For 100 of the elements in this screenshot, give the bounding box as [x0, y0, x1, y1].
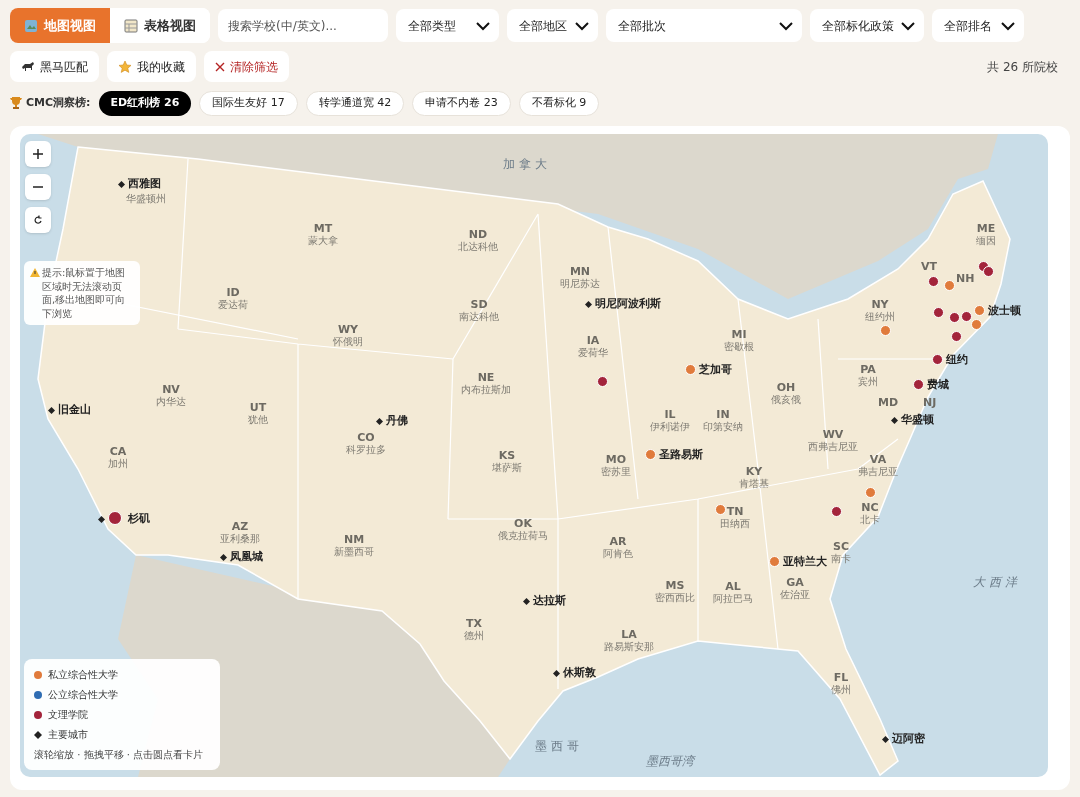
state-name: 田纳西 — [720, 518, 750, 530]
city-label: 纽约 — [946, 352, 968, 368]
state-name: 密西西比 — [655, 592, 695, 604]
state-name: 俄亥俄 — [771, 394, 801, 406]
map-control-button[interactable] — [25, 174, 51, 200]
filter-dropdown[interactable]: 全部批次 — [606, 9, 802, 42]
city-label: 波士顿 — [988, 303, 1021, 319]
state-code: TN — [726, 506, 744, 519]
state-code: NH — [956, 273, 975, 286]
region-label: 大 西 洋 — [973, 574, 1017, 591]
state-name: 俄克拉荷马 — [498, 530, 548, 542]
ranking-label: CMC洞察榜: — [26, 94, 91, 111]
state-name: 怀俄明 — [333, 336, 363, 348]
action-button[interactable]: 我的收藏 — [107, 51, 196, 82]
ranking-chip[interactable]: 转学通道宽 42 — [305, 90, 405, 116]
city-marker-icon — [882, 735, 889, 743]
state-code: LA — [621, 629, 637, 641]
state-code: SC — [833, 541, 849, 553]
state-name: 华盛顿州 — [126, 193, 166, 204]
city-marker-icon — [48, 406, 55, 414]
state-name: 新墨西哥 — [334, 546, 374, 558]
chevron-down-icon — [900, 20, 916, 31]
state-name: 肯塔基 — [739, 478, 769, 490]
state-name: 纽约州 — [865, 311, 895, 323]
state-code: PA — [860, 364, 876, 376]
state-name: 西弗吉尼亚 — [808, 441, 858, 453]
state-code: AL — [725, 581, 741, 594]
state-name: 阿拉巴马 — [713, 593, 753, 605]
state-code: UT — [249, 402, 267, 415]
state-name: 南达科他 — [459, 311, 499, 323]
filter-dropdown[interactable]: 全部标化政策 — [810, 9, 924, 42]
action-button[interactable]: 清除筛选 — [204, 51, 289, 82]
city-label: 芝加哥 — [699, 362, 732, 378]
reset-icon — [33, 215, 43, 225]
city-label: 杉矶 — [128, 511, 150, 527]
state-name: 缅因 — [976, 235, 996, 247]
search-field[interactable]: 搜索学校(中/英文)... — [218, 9, 388, 42]
filter-dropdown[interactable]: 全部排名 — [932, 9, 1024, 42]
city-marker-icon — [376, 417, 383, 425]
state-name: 密苏里 — [601, 466, 631, 478]
city-marker-icon — [220, 553, 227, 561]
city-marker-icon — [523, 597, 530, 605]
state-name: 爱达荷 — [218, 299, 248, 311]
chevron-down-icon — [1000, 20, 1016, 31]
legend-label: 私立综合性大学 — [48, 668, 118, 682]
ranking-chip[interactable]: 国际生友好 17 — [199, 90, 298, 116]
state-code: FL — [833, 672, 849, 684]
star-icon — [118, 59, 132, 74]
city-marker-icon — [118, 180, 125, 188]
ranking-chip[interactable]: ED红利榜 26 — [98, 90, 192, 116]
state-code: OK — [514, 518, 532, 530]
map-control-button[interactable] — [25, 207, 51, 233]
state-name: 德州 — [464, 630, 484, 642]
state-code: MT — [313, 223, 333, 235]
state-code: WV — [822, 429, 844, 442]
state-name: 北卡 — [860, 514, 880, 526]
state-code: NE — [477, 372, 495, 385]
city-label: 旧金山 — [58, 402, 91, 418]
state-name: 内华达 — [156, 396, 186, 408]
legend-hint: 滚轮缩放 · 拖拽平移 · 点击圆点看卡片 — [34, 748, 205, 762]
state-name: 北达科他 — [458, 241, 498, 253]
state-code: CA — [109, 446, 127, 458]
state-code: NM — [343, 534, 365, 546]
ranking-chip[interactable]: 不看标化 9 — [518, 90, 600, 116]
state-name: 犹他 — [248, 414, 268, 426]
state-name: 弗吉尼亚 — [858, 466, 898, 478]
ranking-chip[interactable]: 申请不内卷 23 — [412, 90, 511, 116]
city-label: 亚特兰大 — [783, 554, 827, 570]
state-name: 爱荷华 — [578, 347, 608, 359]
region-label: 墨西哥湾 — [646, 753, 694, 770]
state-code: VA — [869, 454, 887, 467]
legend-label: 公立综合性大学 — [48, 688, 118, 702]
state-code: IL — [664, 409, 676, 421]
filter-dropdown[interactable]: 全部类型 — [396, 9, 499, 42]
state-name: 南卡 — [831, 553, 851, 565]
state-name: 蒙大拿 — [308, 235, 338, 247]
state-name: 科罗拉多 — [346, 444, 386, 456]
city-label: 西雅图 — [128, 176, 161, 192]
state-code: SD — [470, 299, 488, 312]
action-button[interactable]: 黑马匹配 — [10, 51, 99, 82]
legend-label: 主要城市 — [48, 728, 88, 742]
filter-dropdown[interactable]: 全部地区 — [507, 9, 598, 42]
state-code: ID — [226, 287, 240, 299]
city-label: 迈阿密 — [892, 731, 925, 747]
state-name: 阿肯色 — [603, 548, 633, 560]
map-control-button[interactable] — [25, 141, 51, 167]
close-icon — [215, 61, 225, 72]
legend-label: 文理学院 — [48, 708, 88, 722]
state-name: 明尼苏达 — [560, 278, 600, 290]
city-label: 休斯敦 — [563, 665, 596, 681]
city-marker-icon — [553, 669, 560, 677]
region-label: 墨 西 哥 — [535, 738, 579, 755]
state-name: 印第安纳 — [703, 421, 743, 433]
state-code: NY — [871, 299, 889, 311]
state-code: NC — [861, 502, 879, 514]
state-code: MI — [731, 329, 747, 341]
state-code: KS — [498, 450, 516, 462]
state-code: CO — [357, 432, 375, 445]
chevron-down-icon — [574, 20, 590, 31]
city-marker-icon — [98, 515, 105, 523]
